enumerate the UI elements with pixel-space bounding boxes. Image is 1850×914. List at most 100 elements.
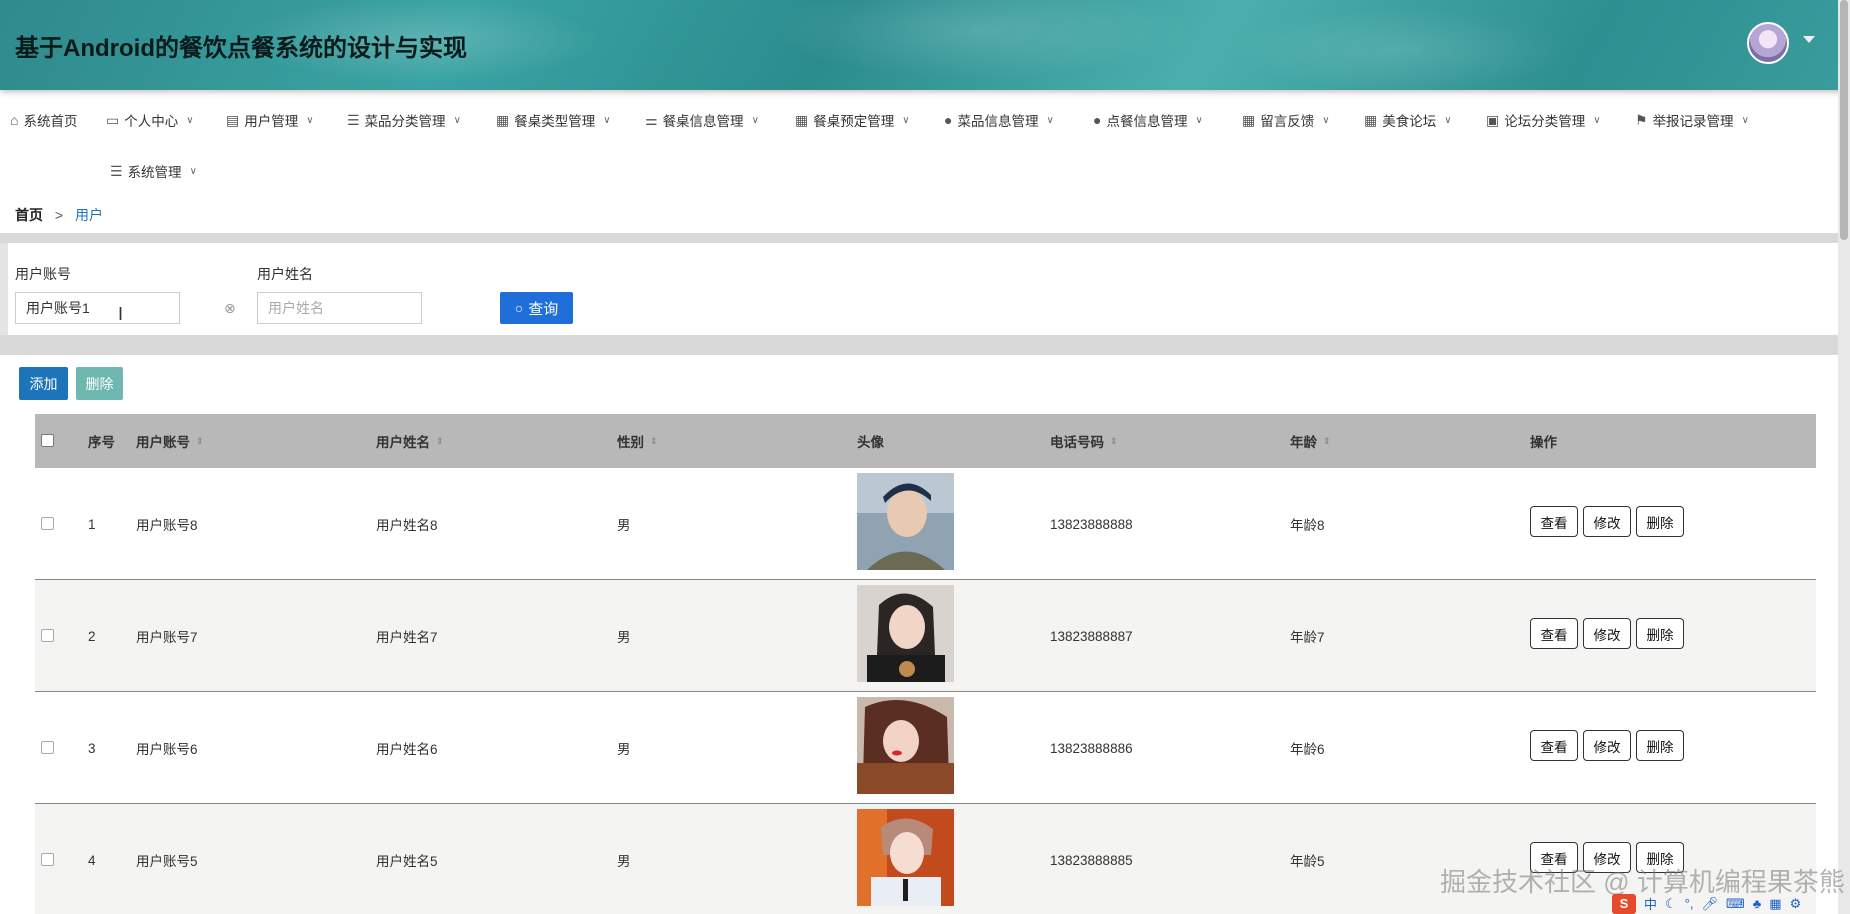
chevron-down-icon: ∨ bbox=[189, 165, 197, 177]
edit-button[interactable]: 修改 bbox=[1583, 730, 1631, 761]
batch-delete-button[interactable]: 删除 bbox=[76, 367, 123, 400]
card-icon: ▭ bbox=[106, 111, 120, 128]
nav-item-food-forum[interactable]: ▦ 美食论坛 ∨ bbox=[1364, 100, 1452, 140]
nav-label: 系统管理 bbox=[127, 165, 182, 180]
sort-icon[interactable]: ⇕ bbox=[1323, 436, 1331, 447]
list-icon: ☰ bbox=[110, 162, 123, 179]
punctuation-icon[interactable]: °, bbox=[1685, 896, 1694, 911]
nav-item-system[interactable]: ☰ 系统管理 ∨ bbox=[110, 151, 197, 191]
nav-item-dish-info[interactable]: ● 菜品信息管理 ∨ bbox=[944, 100, 1054, 140]
ime-lang-label[interactable]: 中 bbox=[1644, 894, 1657, 913]
cell-gender: 男 bbox=[617, 630, 631, 645]
nav-item-dish-category[interactable]: ☰ 菜品分类管理 ∨ bbox=[347, 100, 461, 140]
nav-item-order-info[interactable]: ● 点餐信息管理 ∨ bbox=[1093, 100, 1203, 140]
breadcrumb-separator: > bbox=[54, 207, 64, 223]
nav-label: 系统首页 bbox=[23, 114, 78, 129]
add-button[interactable]: 添加 bbox=[19, 367, 68, 400]
sort-icon[interactable]: ⇕ bbox=[196, 436, 204, 447]
view-button[interactable]: 查看 bbox=[1530, 506, 1578, 537]
doc-icon: ▣ bbox=[1486, 111, 1500, 128]
col-phone[interactable]: 电话号码 ⇕ bbox=[1050, 414, 1118, 468]
clipboard-icon: ▤ bbox=[226, 111, 240, 128]
row-checkbox[interactable] bbox=[41, 853, 54, 866]
nav-item-home[interactable]: ⌂ 系统首页 bbox=[10, 100, 77, 140]
app-title: 基于Android的餐饮点餐系统的设计与实现 bbox=[15, 35, 467, 62]
col-account[interactable]: 用户账号 ⇕ bbox=[136, 414, 204, 468]
avatar-photo[interactable] bbox=[857, 809, 954, 906]
sort-icon[interactable]: ⇕ bbox=[650, 436, 658, 447]
sort-icon[interactable]: ⇕ bbox=[1110, 436, 1118, 447]
account-input[interactable]: 用户账号1 bbox=[15, 292, 180, 324]
col-actions: 操作 bbox=[1530, 435, 1557, 450]
settings-icon[interactable]: ⚙ bbox=[1790, 896, 1802, 912]
name-input[interactable]: 用户姓名 bbox=[257, 292, 422, 324]
search-button[interactable]: ○ 查询 bbox=[500, 292, 573, 324]
nav-label: 餐桌信息管理 bbox=[662, 114, 744, 129]
divider bbox=[0, 335, 1850, 355]
avatar-photo[interactable] bbox=[857, 473, 954, 570]
cell-phone: 13823888888 bbox=[1050, 516, 1133, 532]
user-icon: ● bbox=[1093, 112, 1102, 128]
nav-label: 餐桌类型管理 bbox=[514, 114, 596, 129]
view-button[interactable]: 查看 bbox=[1530, 618, 1578, 649]
cell-account: 用户账号5 bbox=[136, 854, 198, 869]
account-label: 用户账号 bbox=[15, 266, 71, 282]
delete-button[interactable]: 删除 bbox=[1636, 506, 1684, 537]
edit-button[interactable]: 修改 bbox=[1583, 506, 1631, 537]
moon-icon[interactable]: ☾ bbox=[1665, 896, 1677, 912]
chevron-down-icon: ∨ bbox=[603, 114, 611, 126]
cell-index: 4 bbox=[88, 852, 96, 868]
chevron-down-icon: ∨ bbox=[902, 114, 910, 126]
delete-button[interactable]: 删除 bbox=[1636, 730, 1684, 761]
sogou-ime-icon[interactable]: S bbox=[1612, 893, 1636, 914]
nav-item-report[interactable]: ⚑ 举报记录管理 ∨ bbox=[1635, 100, 1749, 140]
chevron-down-icon: ∨ bbox=[453, 114, 461, 126]
nav-item-table-booking[interactable]: ▦ 餐桌预定管理 ∨ bbox=[795, 100, 910, 140]
sort-icon[interactable]: ⇕ bbox=[436, 436, 444, 447]
shirt-icon[interactable]: ♣ bbox=[1753, 896, 1762, 911]
cell-age: 年龄7 bbox=[1290, 630, 1325, 645]
nav-item-personal[interactable]: ▭ 个人中心 ∨ bbox=[106, 100, 194, 140]
delete-button[interactable]: 删除 bbox=[1636, 618, 1684, 649]
user-avatar[interactable] bbox=[1747, 22, 1789, 64]
col-label: 电话号码 bbox=[1050, 435, 1104, 450]
cell-phone: 13823888885 bbox=[1050, 852, 1133, 868]
breadcrumb-home[interactable]: 首页 bbox=[15, 207, 43, 223]
avatar-photo[interactable] bbox=[857, 585, 954, 682]
edit-button[interactable]: 修改 bbox=[1583, 618, 1631, 649]
row-checkbox[interactable] bbox=[41, 629, 54, 642]
nav-label: 用户管理 bbox=[244, 114, 299, 129]
grid-icon[interactable]: ▦ bbox=[1769, 896, 1781, 912]
row-checkbox[interactable] bbox=[41, 741, 54, 754]
search-icon: ○ bbox=[514, 300, 524, 316]
scrollbar-thumb[interactable] bbox=[1840, 0, 1848, 240]
avatar-photo[interactable] bbox=[857, 697, 954, 794]
text-cursor-icon: I bbox=[118, 304, 124, 324]
breadcrumb-current: 用户 bbox=[74, 207, 103, 223]
grid-icon: ▦ bbox=[795, 111, 809, 128]
row-checkbox[interactable] bbox=[41, 517, 54, 530]
row-actions: 查看 修改 删除 bbox=[1530, 730, 1684, 761]
select-all-checkbox[interactable] bbox=[41, 434, 54, 447]
nav-item-users[interactable]: ▤ 用户管理 ∨ bbox=[226, 100, 314, 140]
divider bbox=[0, 233, 1850, 243]
col-age[interactable]: 年龄 ⇕ bbox=[1290, 414, 1331, 468]
grid-icon: ▦ bbox=[496, 111, 510, 128]
ime-toolbar: S 中 ☾ °, 🎤︎ ⌨ ♣ ▦ ⚙ bbox=[1612, 893, 1850, 914]
nav-item-forum-category[interactable]: ▣ 论坛分类管理 ∨ bbox=[1486, 100, 1601, 140]
caret-down-icon[interactable] bbox=[1803, 36, 1815, 43]
nav-item-table-info[interactable]: ⚌ 餐桌信息管理 ∨ bbox=[645, 100, 759, 140]
nav-item-feedback[interactable]: ▦ 留言反馈 ∨ bbox=[1242, 100, 1330, 140]
nav-item-table-type[interactable]: ▦ 餐桌类型管理 ∨ bbox=[496, 100, 611, 140]
col-gender[interactable]: 性别 ⇕ bbox=[617, 414, 658, 468]
clear-icon[interactable]: ⊗ bbox=[224, 300, 236, 317]
mic-icon[interactable]: 🎤︎ bbox=[1701, 896, 1718, 912]
cell-name: 用户姓名8 bbox=[376, 518, 438, 533]
cell-age: 年龄8 bbox=[1290, 518, 1325, 533]
view-button[interactable]: 查看 bbox=[1530, 730, 1578, 761]
top-header: 基于Android的餐饮点餐系统的设计与实现 bbox=[0, 0, 1850, 90]
col-name[interactable]: 用户姓名 ⇕ bbox=[376, 414, 444, 468]
cell-account: 用户账号7 bbox=[136, 630, 198, 645]
chevron-down-icon: ∨ bbox=[1444, 114, 1452, 126]
keyboard-icon[interactable]: ⌨ bbox=[1726, 896, 1745, 912]
